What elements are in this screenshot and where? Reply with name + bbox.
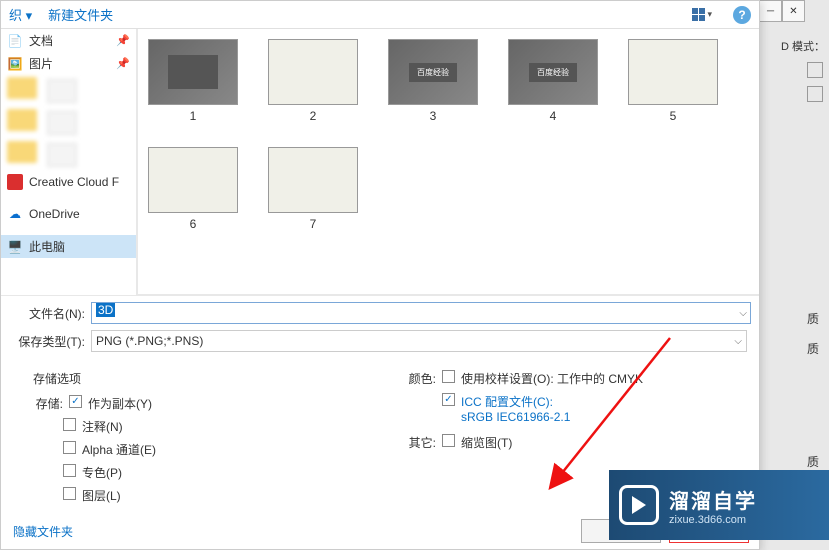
sidebar-item-creative-cloud[interactable]: Creative Cloud F: [1, 171, 136, 193]
chevron-down-icon[interactable]: ⌵: [739, 308, 747, 319]
close-button[interactable]: ✕: [782, 0, 805, 22]
bg-side-label: 质: [807, 453, 819, 470]
store-label: 存储:: [33, 395, 63, 412]
checkbox-alpha[interactable]: [63, 441, 76, 454]
sidebar-item-documents[interactable]: 📄 文档 📌: [1, 29, 136, 52]
file-thumbnail[interactable]: 6: [148, 147, 238, 231]
checkbox-as-copy[interactable]: ✓: [69, 395, 82, 408]
filetype-value: PNG (*.PNG;*.PNS): [96, 334, 203, 348]
sidebar-item-label: Creative Cloud F: [29, 175, 119, 189]
watermark-name: 溜溜自学: [669, 485, 757, 514]
hide-folders-link[interactable]: 隐藏文件夹: [13, 523, 73, 540]
file-thumbnail[interactable]: 百度经验4: [508, 39, 598, 123]
sidebar-item-label: 此电脑: [29, 238, 65, 255]
checkbox-icc[interactable]: ✓: [442, 393, 455, 406]
background-app: ─ ✕ D 模式： 质 质 质: [759, 0, 829, 550]
sidebar-item-pictures[interactable]: 🖼️ 图片 📌: [1, 52, 136, 75]
save-options-title: 存储选项: [33, 370, 360, 387]
watermark-logo: 溜溜自学 zixue.3d66.com: [609, 470, 829, 540]
sidebar-item-this-pc[interactable]: 🖥️ 此电脑: [1, 235, 136, 258]
thumb-label: 4: [550, 109, 557, 123]
thumb-label: 7: [310, 217, 317, 231]
doc-icon: 📄: [7, 33, 23, 49]
image-icon: 🖼️: [7, 56, 23, 72]
opt-spot: 专色(P): [82, 464, 122, 481]
opt-alpha: Alpha 通道(E): [82, 441, 156, 458]
cloud-app-icon: [7, 174, 23, 190]
new-folder-button[interactable]: 新建文件夹: [48, 5, 113, 24]
play-icon: [619, 485, 659, 525]
opt-as-copy: 作为副本(Y): [88, 395, 152, 412]
thumb-label: 1: [190, 109, 197, 123]
sidebar-item-blurred[interactable]: [1, 139, 136, 171]
view-mode-button[interactable]: ▾: [687, 5, 717, 24]
pc-icon: 🖥️: [7, 239, 23, 255]
sidebar-item-blurred[interactable]: [1, 75, 136, 107]
sidebar-item-blurred[interactable]: [1, 107, 136, 139]
app-tool-icon[interactable]: [807, 86, 823, 102]
file-thumbnail[interactable]: 1: [148, 39, 238, 123]
folder-tree: 📄 文档 📌 🖼️ 图片 📌 Creative Cloud F ☁ OneDri…: [1, 29, 137, 295]
opt-icc[interactable]: ICC 配置文件(C):sRGB IEC61966-2.1: [461, 393, 570, 424]
file-thumbnail[interactable]: 2: [268, 39, 358, 123]
save-dialog: 织 ▾ 新建文件夹 ▾ ? 📄 文档 📌 🖼️ 图片 📌: [0, 0, 760, 550]
filename-label: 文件名(N):: [13, 305, 85, 322]
checkbox-proof[interactable]: [442, 370, 455, 383]
checkbox-spot[interactable]: [63, 464, 76, 477]
sidebar-item-label: 图片: [29, 55, 53, 72]
other-label: 其它:: [400, 434, 436, 451]
filename-form: 文件名(N): 3D ⌵ 保存类型(T): PNG (*.PNG;*.PNS) …: [1, 295, 759, 362]
filename-input[interactable]: 3D: [91, 302, 751, 324]
minimize-button[interactable]: ─: [759, 0, 782, 22]
file-list[interactable]: 1 2 百度经验3 百度经验4 5 6 7: [137, 29, 759, 295]
file-thumbnail[interactable]: 5: [628, 39, 718, 123]
color-label: 颜色:: [400, 370, 436, 387]
sidebar-item-label: OneDrive: [29, 207, 80, 221]
app-tool-icon[interactable]: [807, 62, 823, 78]
opt-thumbnail: 缩览图(T): [461, 434, 512, 451]
help-button[interactable]: ?: [733, 6, 751, 24]
opt-notes: 注释(N): [82, 418, 123, 435]
checkbox-layers[interactable]: [63, 487, 76, 500]
checkbox-thumbnail[interactable]: [442, 434, 455, 447]
pin-icon: 📌: [116, 57, 130, 70]
thumb-label: 5: [670, 109, 677, 123]
mode-label: D 模式：: [781, 38, 825, 54]
file-thumbnail[interactable]: 百度经验3: [388, 39, 478, 123]
bg-side-label: 质: [807, 340, 819, 357]
checkbox-notes[interactable]: [63, 418, 76, 431]
opt-proof: 使用校样设置(O): 工作中的 CMYK: [461, 370, 643, 387]
onedrive-icon: ☁: [7, 206, 23, 222]
dialog-toolbar: 织 ▾ 新建文件夹 ▾ ?: [1, 1, 759, 29]
sidebar-item-label: 文档: [29, 32, 53, 49]
watermark-url: zixue.3d66.com: [669, 514, 757, 526]
filetype-dropdown[interactable]: PNG (*.PNG;*.PNS) ⌵: [91, 330, 747, 352]
sidebar-item-onedrive[interactable]: ☁ OneDrive: [1, 203, 136, 225]
filetype-label: 保存类型(T):: [13, 333, 85, 350]
thumb-label: 6: [190, 217, 197, 231]
organize-button[interactable]: 织 ▾: [9, 5, 32, 24]
opt-layers: 图层(L): [82, 487, 121, 504]
app-window-controls: ─ ✕: [759, 0, 829, 30]
thumb-label: 3: [430, 109, 437, 123]
bg-side-label: 质: [807, 310, 819, 327]
chevron-down-icon: ⌵: [734, 336, 742, 347]
file-thumbnail[interactable]: 7: [268, 147, 358, 231]
pin-icon: 📌: [116, 34, 130, 47]
thumb-label: 2: [310, 109, 317, 123]
